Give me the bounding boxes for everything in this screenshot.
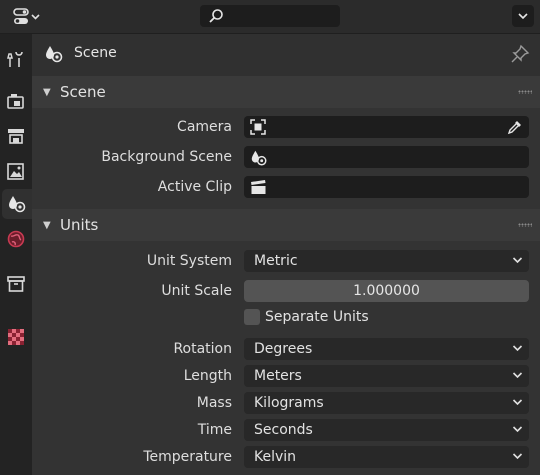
tab-texture[interactable] — [0, 322, 32, 352]
rotation-value: Degrees — [254, 341, 313, 357]
units-panel-body: Unit System Metric Unit Scale 1.000000 S… — [32, 241, 540, 475]
search-icon — [209, 9, 223, 23]
tab-output[interactable] — [0, 121, 32, 151]
unit-scale-field[interactable]: 1.000000 — [244, 280, 529, 302]
time-label: Time — [197, 422, 232, 438]
time-row: Time Seconds — [32, 419, 540, 443]
context-title: Scene — [74, 45, 117, 61]
temperature-value: Kelvin — [254, 449, 297, 465]
checker-texture-icon — [8, 329, 24, 345]
panel-title: Scene — [60, 83, 106, 101]
drag-handle-icon[interactable] — [518, 90, 532, 94]
tab-render[interactable] — [0, 86, 32, 116]
properties-header — [0, 0, 540, 34]
active-clip-row: Active Clip — [32, 176, 540, 200]
properties-main: Scene ▼ Scene Camera Background Scene Ac… — [32, 34, 540, 475]
background-scene-field[interactable] — [244, 146, 529, 168]
search-input[interactable] — [200, 5, 340, 27]
unit-system-value: Metric — [254, 253, 298, 269]
unit-system-row: Unit System Metric — [32, 250, 540, 274]
context-breadcrumb: Scene — [32, 34, 540, 74]
scene-icon — [9, 196, 26, 213]
pin-icon[interactable] — [510, 44, 530, 64]
scene-icon — [251, 150, 267, 166]
camera-label: Camera — [177, 119, 232, 135]
scene-icon — [46, 46, 63, 63]
chevron-down-icon — [512, 399, 523, 406]
rotation-dropdown[interactable]: Degrees — [244, 338, 529, 360]
properties-editor-icon — [13, 8, 40, 24]
properties-tab-bar — [0, 34, 32, 475]
separate-units-checkbox[interactable] — [244, 309, 260, 325]
length-value: Meters — [254, 368, 302, 384]
collapse-triangle-icon: ▼ — [43, 220, 51, 231]
chevron-down-icon — [512, 257, 523, 264]
separate-units-label[interactable]: Separate Units — [265, 309, 369, 325]
time-dropdown[interactable]: Seconds — [244, 419, 529, 441]
camera-back-icon — [7, 94, 24, 109]
background-scene-label: Background Scene — [101, 149, 232, 165]
unit-scale-label: Unit Scale — [161, 283, 232, 299]
unit-system-dropdown[interactable]: Metric — [244, 250, 529, 272]
mass-dropdown[interactable]: Kilograms — [244, 392, 529, 414]
clapperboard-icon — [251, 180, 266, 194]
length-label: Length — [183, 368, 232, 384]
temperature-row: Temperature Kelvin — [32, 446, 540, 470]
temperature-label: Temperature — [143, 449, 232, 465]
camera-field[interactable] — [244, 116, 529, 138]
printer-icon — [8, 129, 24, 144]
temperature-dropdown[interactable]: Kelvin — [244, 446, 529, 468]
units-panel-header[interactable]: ▼ Units — [32, 209, 540, 241]
eyedropper-icon[interactable] — [507, 119, 523, 135]
unit-scale-row: Unit Scale 1.000000 — [32, 280, 540, 304]
time-value: Seconds — [254, 422, 313, 438]
scene-panel-header[interactable]: ▼ Scene — [32, 76, 540, 108]
chevron-down-icon — [512, 345, 523, 352]
camera-object-icon — [250, 119, 266, 135]
camera-row: Camera — [32, 116, 540, 140]
image-stack-icon — [7, 163, 24, 180]
active-clip-label: Active Clip — [157, 179, 232, 195]
scene-panel-body: Camera Background Scene Active Clip — [32, 108, 540, 209]
tab-tool[interactable] — [0, 44, 32, 74]
wrench-screwdriver-icon — [7, 51, 23, 67]
chevron-down-icon — [512, 453, 523, 460]
panel-title: Units — [60, 216, 99, 234]
tab-collection[interactable] — [0, 269, 32, 299]
drag-handle-icon[interactable] — [518, 223, 532, 227]
tab-scene[interactable] — [2, 189, 32, 219]
mass-label: Mass — [196, 395, 232, 411]
chevron-down-icon — [512, 426, 523, 433]
chevron-down-icon — [518, 13, 528, 20]
unit-system-label: Unit System — [146, 253, 232, 269]
tab-view-layer[interactable] — [0, 156, 32, 186]
rotation-row: Rotation Degrees — [32, 338, 540, 362]
options-dropdown-button[interactable] — [512, 5, 534, 27]
chevron-down-icon — [512, 372, 523, 379]
length-row: Length Meters — [32, 365, 540, 389]
rotation-label: Rotation — [173, 341, 232, 357]
mass-row: Mass Kilograms — [32, 392, 540, 416]
editor-type-selector[interactable] — [6, 5, 46, 29]
mass-value: Kilograms — [254, 395, 324, 411]
collection-box-icon — [7, 276, 25, 292]
active-clip-field[interactable] — [244, 176, 529, 198]
world-globe-icon — [7, 230, 25, 248]
background-scene-row: Background Scene — [32, 146, 540, 170]
tab-world[interactable] — [0, 224, 32, 254]
separate-units-row: Separate Units — [32, 307, 540, 331]
length-dropdown[interactable]: Meters — [244, 365, 529, 387]
collapse-triangle-icon: ▼ — [43, 87, 51, 98]
